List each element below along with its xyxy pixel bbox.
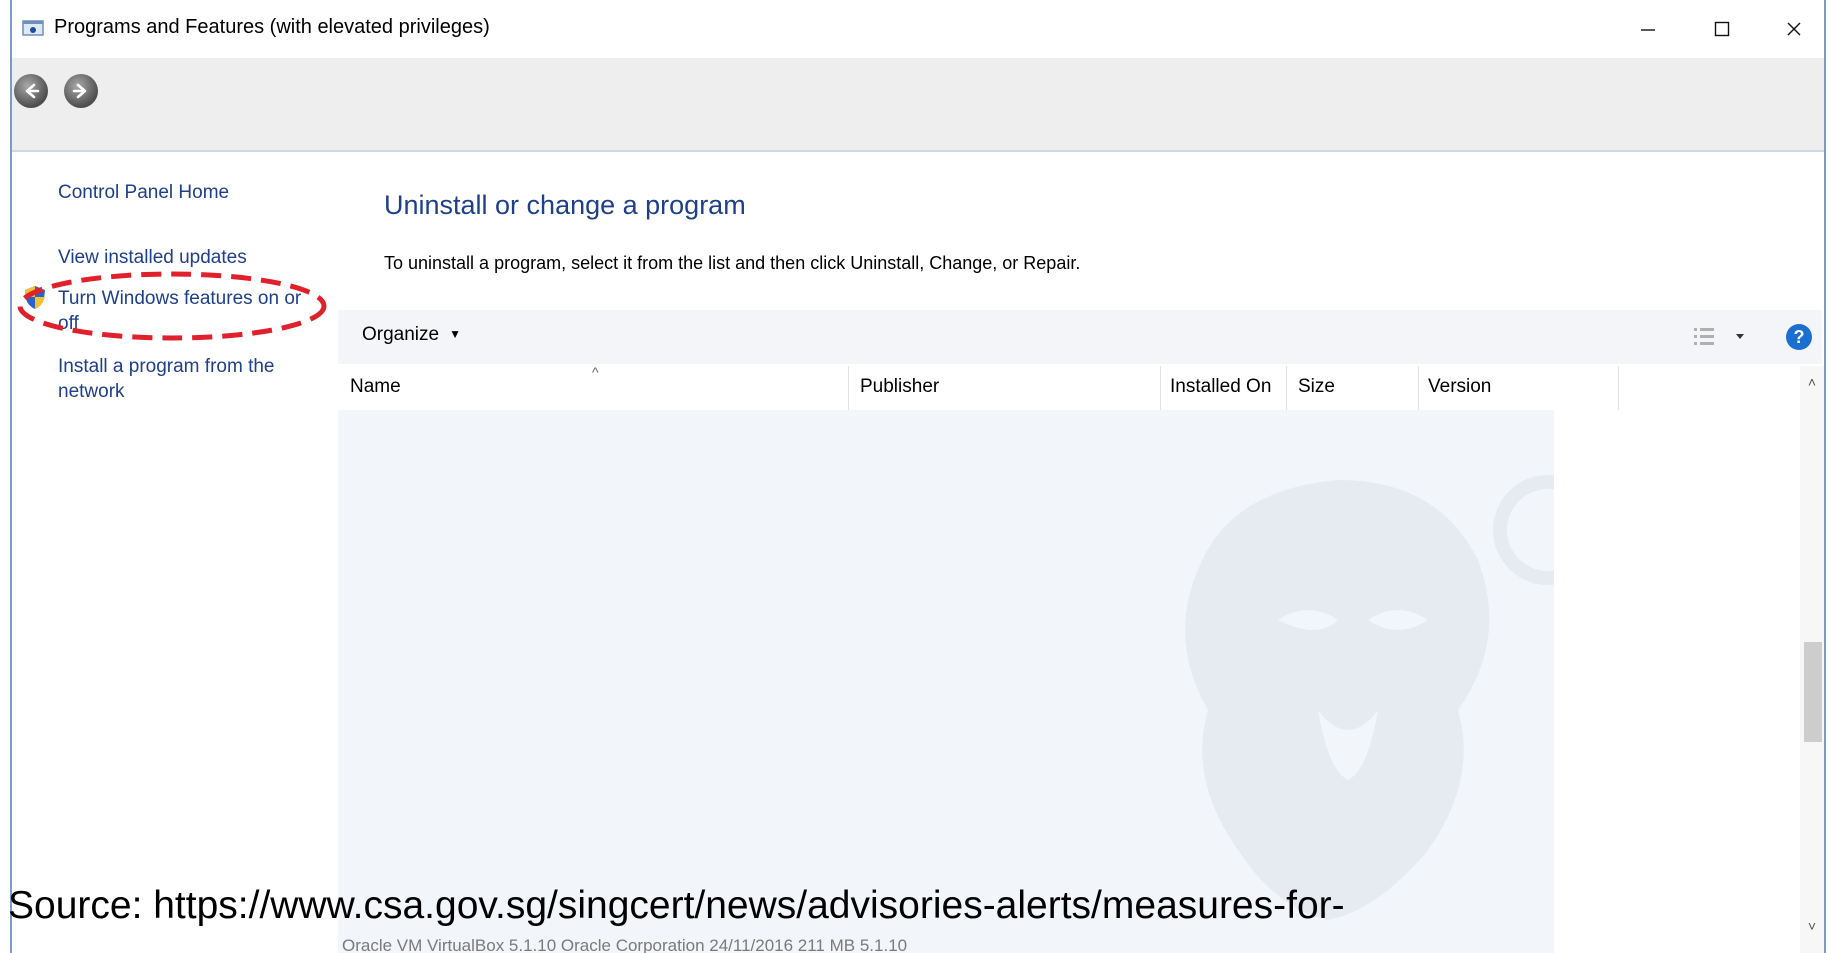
scroll-up-arrow-icon[interactable]: ˄ — [1800, 374, 1824, 394]
lion-watermark-image — [1185, 475, 1554, 920]
scroll-down-arrow-icon[interactable]: ˅ — [1800, 918, 1824, 938]
scrollbar-thumb[interactable] — [1804, 642, 1822, 742]
back-button[interactable] — [14, 74, 48, 108]
page-heading: Uninstall or change a program — [384, 190, 746, 220]
forward-button[interactable] — [64, 74, 98, 108]
window-title: Programs and Features (with elevated pri… — [54, 16, 490, 38]
help-icon: ? — [1793, 326, 1805, 347]
column-header-publisher[interactable]: Publisher — [860, 376, 939, 398]
column-headers: Name ^ Publisher Installed On Size Versi… — [338, 364, 1798, 410]
forward-arrow-icon — [72, 83, 87, 99]
help-button[interactable]: ? — [1786, 324, 1812, 350]
instructions-text: To uninstall a program, select it from t… — [384, 253, 1081, 273]
control-panel-home-link[interactable]: Control Panel Home — [58, 180, 229, 205]
program-list[interactable] — [338, 410, 1554, 953]
column-header-size[interactable]: Size — [1298, 376, 1335, 398]
sort-ascending-icon: ^ — [592, 364, 599, 380]
column-divider[interactable] — [1418, 366, 1419, 410]
chevron-down-icon: ▼ — [449, 327, 461, 341]
organize-menu-button[interactable]: Organize ▼ — [362, 324, 461, 346]
close-icon — [1787, 22, 1801, 36]
column-header-name[interactable]: Name — [350, 376, 401, 398]
vertical-scrollbar[interactable]: ˄ ˅ — [1800, 366, 1824, 953]
maximize-icon — [1714, 21, 1730, 37]
programs-features-icon — [22, 20, 44, 36]
close-button[interactable] — [1764, 6, 1824, 52]
column-header-installed-on[interactable]: Installed On — [1170, 376, 1271, 398]
command-toolbar: Organize ▼ ? — [338, 310, 1822, 364]
table-row[interactable]: Oracle VM VirtualBox 5.1.10 Oracle Corpo… — [342, 936, 907, 953]
maximize-button[interactable] — [1692, 6, 1752, 52]
install-program-from-network-link[interactable]: Install a program from the network — [58, 354, 308, 404]
highlight-ellipse — [17, 271, 327, 341]
navigation-bar — [12, 58, 1824, 152]
column-divider[interactable] — [1286, 366, 1287, 410]
column-header-version[interactable]: Version — [1428, 376, 1491, 398]
change-view-button[interactable] — [1692, 324, 1752, 350]
column-divider[interactable] — [1618, 366, 1619, 410]
title-bar: Programs and Features (with elevated pri… — [12, 0, 1824, 58]
column-divider[interactable] — [848, 366, 849, 410]
source-caption: Source: https://www.csa.gov.sg/singcert/… — [8, 884, 1345, 927]
back-arrow-icon — [25, 83, 40, 99]
column-divider[interactable] — [1160, 366, 1161, 410]
organize-label: Organize — [362, 324, 440, 345]
minimize-icon — [1641, 29, 1655, 31]
minimize-button[interactable] — [1618, 6, 1678, 52]
programs-and-features-window: Programs and Features (with elevated pri… — [10, 0, 1826, 953]
